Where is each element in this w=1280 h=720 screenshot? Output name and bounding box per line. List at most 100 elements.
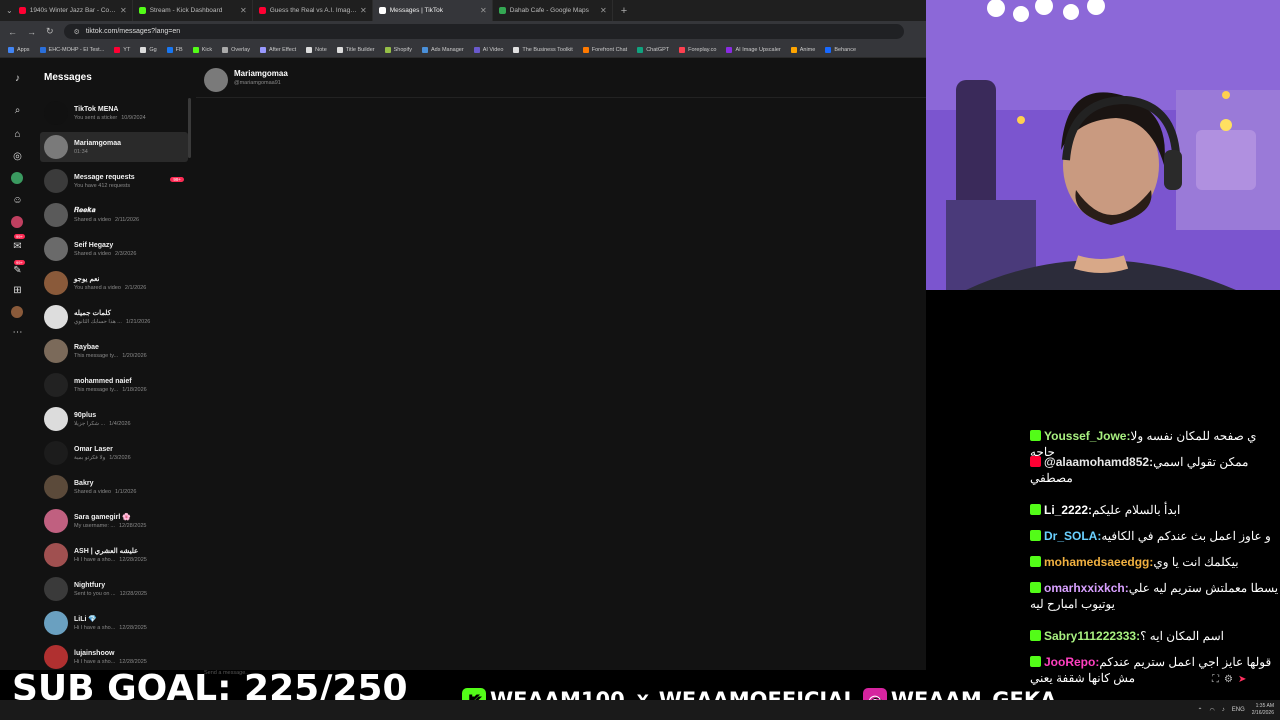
conversation-item[interactable]: ASH | عليشه العشري Hi I have a sho... 12… — [40, 540, 188, 570]
home-icon[interactable]: ⌂ — [11, 128, 24, 141]
expand-icon[interactable]: ⛶ — [1212, 674, 1219, 685]
conversation-item[interactable]: 𝑹𝒆𝒆𝒌𝒂 Shared a video 2/11/2026 — [40, 200, 188, 230]
conversation-preview: This message ty... — [74, 386, 119, 393]
bookmark-item[interactable]: After Effect — [260, 46, 296, 53]
conversation-item[interactable]: Message requests You have 412 requests 9… — [40, 166, 188, 196]
network-icon[interactable]: ◠ — [1209, 707, 1214, 714]
bookmark-item[interactable]: Forefront Chat — [582, 46, 627, 53]
bookmark-icon — [582, 46, 589, 53]
more-icon[interactable]: ⋯ — [11, 326, 24, 339]
bookmark-item[interactable]: Kick — [192, 46, 212, 53]
bookmark-item[interactable]: The Business Toolkit — [513, 46, 573, 53]
tab-favicon — [138, 7, 146, 14]
chat-name[interactable]: Mariamgomaa — [234, 69, 288, 78]
chevron-up-icon[interactable]: ⌃ — [1197, 707, 1202, 714]
bookmark-item[interactable]: Gg — [140, 46, 157, 53]
kick-icon — [1030, 556, 1041, 567]
conversation-item[interactable]: كلمات جميله هذا حسابك الثانوي ... 1/21/2… — [40, 302, 188, 332]
conversation-name: كلمات جميله — [74, 310, 111, 317]
conversation-item[interactable]: Sara gamegirl 🌸 My username: ... 12/28/2… — [40, 506, 188, 536]
bookmark-item[interactable]: Shopify — [384, 46, 412, 53]
chat-text: و عاوز اعمل بث عندكم في الكافيه — [1101, 529, 1271, 543]
bookmark-item[interactable]: FB — [166, 46, 183, 53]
browser-tab[interactable]: Stream - Kick Dashboard ✕ — [133, 0, 253, 21]
profile-icon[interactable] — [11, 306, 24, 319]
conversation-item[interactable]: LiLi 💎 Hi I have a sho... 12/28/2025 — [40, 608, 188, 638]
close-icon[interactable]: ✕ — [240, 6, 247, 15]
live-icon[interactable] — [11, 172, 24, 185]
bookmark-icon — [192, 46, 199, 53]
back-icon[interactable]: ← — [8, 27, 17, 37]
conversation-list-scrollbar[interactable] — [188, 98, 191, 158]
new-tab-button[interactable]: + — [613, 5, 635, 17]
bookmark-label: Apps — [17, 46, 30, 53]
conversation-item[interactable]: Raybae This message ty... 1/20/2026 — [40, 336, 188, 366]
conversation-item[interactable]: نعم يوجو You shared a video 2/1/2026 — [40, 268, 188, 298]
tab-label: Stream - Kick Dashboard — [149, 7, 223, 14]
bookmark-item[interactable]: Overlay — [222, 46, 250, 53]
messages-icon[interactable]: ✎ — [11, 264, 24, 277]
tab-search-icon[interactable]: ⌄ — [0, 6, 13, 15]
close-icon[interactable]: ✕ — [360, 6, 367, 15]
close-icon[interactable]: ✕ — [600, 6, 607, 15]
clock[interactable]: 1:35 AM 2/16/2026 — [1252, 703, 1274, 717]
bookmark-icon — [421, 46, 428, 53]
volume-icon[interactable]: ♪ — [1222, 707, 1225, 713]
browser-tab[interactable]: Guess the Real vs A.I. Image! Fo ✕ — [253, 0, 373, 21]
requests-badge: 99+ — [170, 177, 184, 182]
conversation-preview: You have 412 requests — [74, 182, 131, 189]
browser-tab[interactable]: 1940s Winter Jazz Bar - Cozy V ✕ — [13, 0, 133, 21]
conversation-item[interactable]: Nightfury Sent to you on ... 12/28/2025 — [40, 574, 188, 604]
explore-icon[interactable]: ◎ — [11, 150, 24, 163]
browser-tab[interactable]: Dahab Cafe - Google Maps ✕ — [493, 0, 613, 21]
conversation-item[interactable]: Mariamgomaa 01:34 — [40, 132, 188, 162]
send-icon[interactable]: ➤ — [1238, 674, 1246, 685]
conversation-preview: Shared a video — [74, 217, 111, 223]
conversation-item[interactable]: 90plus شكرا جزيلا ... 1/4/2026 — [40, 404, 188, 434]
reload-icon[interactable]: ↻ — [46, 26, 54, 37]
bookmark-item[interactable]: Note — [306, 46, 327, 53]
conversation-name: Message requests — [74, 173, 135, 181]
conversation-item[interactable]: Bakry Shared a video 1/1/2026 — [40, 472, 188, 502]
conversation-item[interactable]: TikTok MENA You sent a sticker 10/9/2024 — [40, 98, 188, 128]
conversation-item[interactable]: Seif Hegazy Shared a video 2/3/2026 — [40, 234, 188, 264]
friends-icon[interactable] — [11, 216, 24, 229]
upload-icon[interactable]: ⊞ — [11, 284, 24, 297]
bookmark-item[interactable]: YT — [114, 46, 130, 53]
search-icon[interactable]: ⌕ — [11, 104, 24, 117]
bookmark-item[interactable]: EHC-MOHP - El Test... — [39, 46, 104, 53]
bookmark-label: Foreplay.co — [688, 46, 717, 53]
bookmark-item[interactable]: AI Image Upscaler — [726, 46, 781, 53]
conversation-item[interactable]: mohammed naief This message ty... 1/18/2… — [40, 370, 188, 400]
bookmark-icon — [140, 46, 147, 53]
language-indicator[interactable]: ENG — [1232, 707, 1245, 713]
bookmark-item[interactable]: Apps — [8, 46, 30, 53]
conversation-item[interactable]: Omar Laser ولا فكرتو بمية 1/3/2026 — [40, 438, 188, 468]
bookmark-item[interactable]: Ads Manager — [421, 46, 464, 53]
settings-icon[interactable]: ⚙ — [1224, 674, 1233, 685]
close-icon[interactable]: ✕ — [480, 6, 487, 15]
close-icon[interactable]: ✕ — [120, 6, 127, 15]
tiktok-logo-icon[interactable]: ♪ — [11, 72, 24, 85]
bookmark-item[interactable]: ChatGPT — [637, 46, 670, 53]
bookmark-item[interactable]: Anime — [790, 46, 815, 53]
bookmark-item[interactable]: Title Builder — [336, 46, 375, 53]
tab-label: 1940s Winter Jazz Bar - Cozy V — [29, 7, 118, 14]
bookmark-label: AI Image Upscaler — [735, 46, 781, 53]
bookmark-item[interactable]: Foreplay.co — [679, 46, 717, 53]
chat-username: @alaamohamd852 — [1044, 455, 1150, 469]
bookmark-item[interactable]: Behance — [825, 46, 856, 53]
following-icon[interactable]: ☺ — [11, 194, 24, 207]
browser-tab[interactable]: Messages | TikTok ✕ — [372, 0, 493, 21]
bookmark-label: ChatGPT — [646, 46, 670, 53]
bookmark-item[interactable]: AI Video — [473, 46, 503, 53]
conversation-date: 12/28/2025 — [118, 523, 147, 529]
site-info-icon[interactable]: ⚙ — [74, 28, 80, 36]
conversation-preview: You sent a sticker — [74, 114, 118, 121]
address-bar[interactable]: ⚙ tiktok.com/messages?lang=en — [63, 24, 904, 39]
forward-icon[interactable]: → — [27, 27, 36, 37]
bookmark-icon — [260, 46, 267, 53]
chat-username: JooRepo — [1044, 655, 1096, 669]
chat-avatar[interactable] — [204, 68, 228, 92]
inbox-icon[interactable]: ✉ — [11, 240, 24, 253]
